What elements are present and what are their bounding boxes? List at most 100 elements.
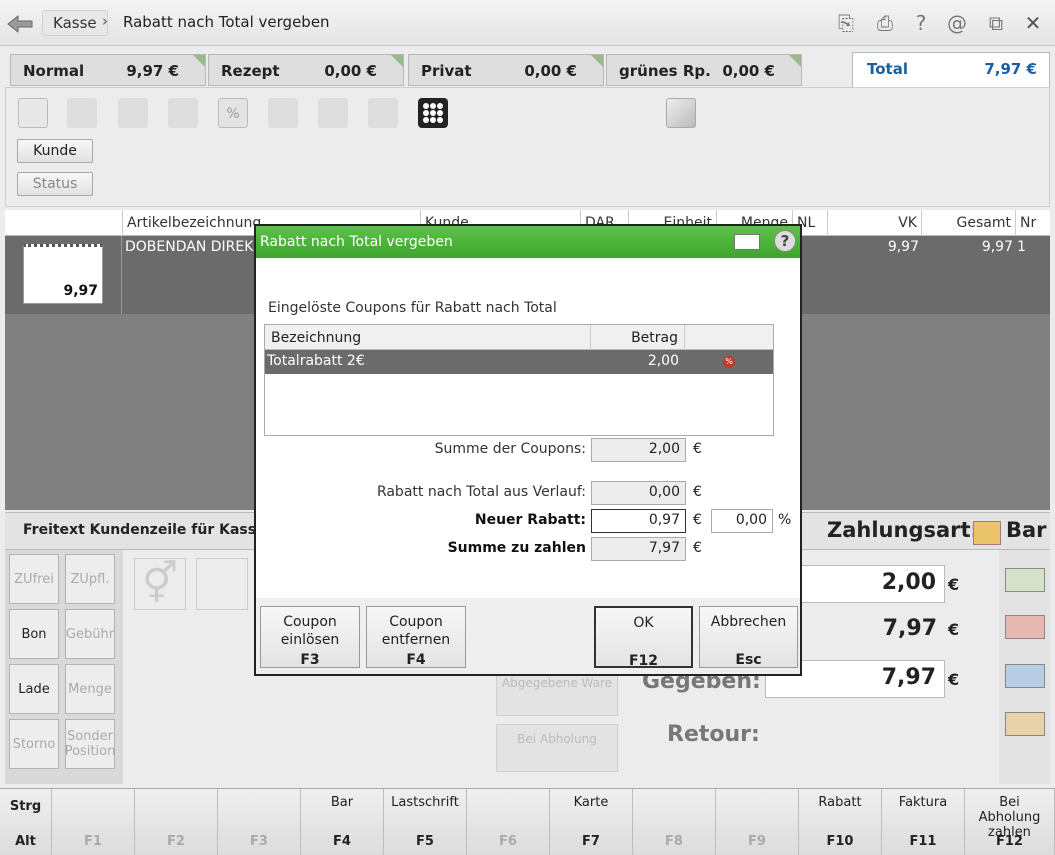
entfernen-key: F4 <box>406 652 426 668</box>
at-icon[interactable]: @ <box>945 11 969 35</box>
price-tag-icon: 9,97 <box>23 244 103 304</box>
prozent-input[interactable]: 0,00 <box>711 509 773 533</box>
fkey-label: Faktura <box>898 795 948 810</box>
ok-button[interactable]: OK F12 <box>594 606 693 669</box>
tab-privat-value: 0,00 € <box>524 62 577 80</box>
neuer-rabatt-input[interactable]: 0,97 <box>591 509 686 533</box>
fkey-key: F8 <box>665 834 683 849</box>
amount-euro: € <box>948 575 960 594</box>
fkey-label: Lastschrift <box>391 795 459 810</box>
banknote-10-icon[interactable] <box>1005 615 1045 639</box>
gegeben-euro: € <box>948 670 960 689</box>
fkey-f7[interactable]: Karte F7 <box>550 789 633 855</box>
top-bar: Kasse › Rabatt nach Total vergeben ⎘ ⎙ ?… <box>0 0 1055 46</box>
tab-total-value: 7,97 € <box>984 60 1037 78</box>
storno-button[interactable]: Storno <box>9 719 59 769</box>
menge-button[interactable]: Menge <box>65 664 115 714</box>
kunde-button[interactable]: Kunde <box>17 139 93 163</box>
percent-icon[interactable]: % <box>218 98 248 128</box>
document-icon[interactable] <box>318 98 348 128</box>
fkey-f4[interactable]: Bar F4 <box>301 789 384 855</box>
window-mode-icon[interactable] <box>734 234 760 250</box>
col-vk[interactable]: VK <box>827 210 921 236</box>
fkey-f12[interactable]: Bei Abholung zahlen F12 <box>965 789 1055 855</box>
coupon-einloesen-button[interactable]: Coupon einlösen F3 <box>260 606 360 668</box>
neuer-rabatt-label: Neuer Rabatt: <box>474 512 586 528</box>
fkey-key: F10 <box>826 834 854 849</box>
abbrechen-button[interactable]: Abbrechen Esc <box>699 606 798 668</box>
price-tag-value: 9,97 <box>63 283 98 299</box>
tab-rezept-value: 0,00 € <box>324 62 377 80</box>
col-nr[interactable]: Nr <box>1015 210 1050 236</box>
printer-doc-icon[interactable] <box>118 98 148 128</box>
fkey-f11[interactable]: Faktura F11 <box>882 789 965 855</box>
tab-total[interactable]: Total 7,97 € <box>852 52 1050 88</box>
gebuehr-button[interactable]: Gebühr <box>65 609 115 659</box>
customers-icon[interactable] <box>168 98 198 128</box>
fkey-f2[interactable]: F2 <box>135 789 218 855</box>
discount-stamp-icon[interactable] <box>268 98 298 128</box>
zupfl-button[interactable]: ZUpfl. <box>65 554 115 604</box>
handshake-icon[interactable] <box>67 98 97 128</box>
row-divider <box>121 236 122 314</box>
tab-gruenes-value: 0,00 € <box>722 62 775 80</box>
fkey-strg-label: Strg <box>9 799 42 814</box>
freitext-label: Freitext Kundenzeile für Kassenb <box>23 522 286 538</box>
col-gesamt[interactable]: Gesamt <box>921 210 1015 236</box>
gender-icon[interactable]: ⚥ <box>134 558 186 610</box>
tab-gruenes-rp[interactable]: grünes Rp. 0,00 € <box>606 54 802 86</box>
bon-button[interactable]: Bon <box>9 609 59 659</box>
keypad-icon[interactable] <box>418 98 448 128</box>
discount-dialog: Rabatt nach Total vergeben ? Eingelöste … <box>254 224 802 676</box>
coupon-entfernen-button[interactable]: Coupon entfernen F4 <box>366 606 466 668</box>
coupon-col-betrag[interactable]: Betrag <box>590 325 685 350</box>
banknote-5-icon[interactable] <box>1005 568 1045 592</box>
remove-badge-icon[interactable]: % <box>723 356 735 368</box>
coupon-table-header: Bezeichnung Betrag <box>265 325 773 350</box>
tab-privat[interactable]: Privat 0,00 € <box>408 54 604 86</box>
status-button[interactable]: Status <box>17 172 93 196</box>
toggle-square-icon[interactable] <box>666 98 696 128</box>
barcode-card-icon[interactable] <box>18 98 48 128</box>
banknote-20-icon[interactable] <box>1005 664 1045 688</box>
fkey-f8[interactable]: F8 <box>633 789 716 855</box>
print-icon[interactable]: ⎙ <box>873 11 897 35</box>
fkey-f9[interactable]: F9 <box>716 789 799 855</box>
coupon-col-bez[interactable]: Bezeichnung <box>271 330 361 346</box>
tab-corner-icon <box>789 55 801 67</box>
sonderposition-button[interactable]: Sonder Position <box>65 719 115 769</box>
fkey-key: F3 <box>250 834 268 849</box>
back-arrow-icon[interactable] <box>4 8 36 38</box>
fkey-f3[interactable]: F3 <box>218 789 301 855</box>
window-icon[interactable]: ⧉ <box>984 11 1008 35</box>
fkey-f5[interactable]: Lastschrift F5 <box>384 789 467 855</box>
lade-button[interactable]: Lade <box>9 664 59 714</box>
dialog-help-icon[interactable]: ? <box>774 230 796 252</box>
summe-coupons-field: 2,00 <box>591 438 686 462</box>
help-icon[interactable]: ? <box>909 11 933 35</box>
tab-normal[interactable]: Normal 9,97 € <box>10 54 206 86</box>
row-vk: 9,97 <box>887 239 919 255</box>
euro-1: € <box>693 441 702 457</box>
tab-rezept[interactable]: Rezept 0,00 € <box>208 54 404 86</box>
ok-label: OK <box>633 615 654 631</box>
banknote-50-icon[interactable] <box>1005 712 1045 736</box>
einloesen-label: Coupon einlösen <box>280 614 340 648</box>
table-row[interactable]: Totalrabatt 2€ 2,00 % <box>265 350 773 374</box>
tab-normal-value: 9,97 € <box>126 62 179 80</box>
child-icon[interactable] <box>196 558 248 610</box>
zufrei-button[interactable]: ZUfrei <box>9 554 59 604</box>
fkey-f10[interactable]: Rabatt F10 <box>799 789 882 855</box>
edit-doc-icon[interactable] <box>368 98 398 128</box>
dialog-title: Rabatt nach Total vergeben <box>256 226 800 258</box>
fkey-key: F4 <box>333 834 351 849</box>
fkey-f1[interactable]: F1 <box>52 789 135 855</box>
fkey-strg-alt[interactable]: Strg Alt <box>0 789 52 855</box>
tab-corner-icon <box>391 55 403 67</box>
close-icon[interactable]: ✕ <box>1021 11 1045 35</box>
fkey-f6[interactable]: F6 <box>467 789 550 855</box>
copy-icon[interactable]: ⎘ <box>834 11 858 35</box>
bei-abholung-button[interactable]: Bei Abholung <box>496 724 618 772</box>
breadcrumb-kasse[interactable]: Kasse <box>42 10 108 36</box>
prozent-sign: % <box>778 512 792 528</box>
